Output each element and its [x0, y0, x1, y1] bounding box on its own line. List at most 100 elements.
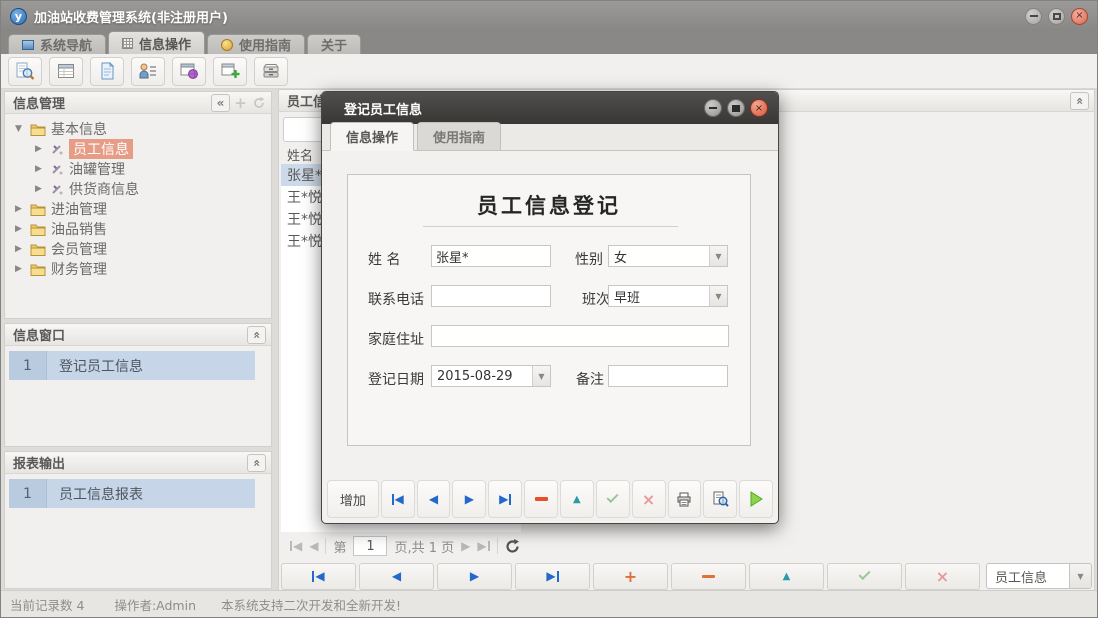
grid-column-header[interactable]: 姓名: [287, 145, 313, 164]
info-window-item[interactable]: 1 登记员工信息: [9, 351, 255, 380]
phone-label: 联系电话: [368, 289, 424, 309]
grid-refresh-button[interactable]: [505, 539, 520, 554]
record-delete-button[interactable]: [671, 563, 746, 590]
expand-arrow-icon[interactable]: ▶: [15, 224, 25, 234]
tab-user-guide[interactable]: 使用指南: [207, 34, 305, 54]
page-prev-button[interactable]: ◀: [309, 539, 318, 553]
collapse-panel-button[interactable]: «: [247, 454, 266, 472]
minimize-icon: [709, 107, 717, 109]
tree-item-supplier-info[interactable]: ▶ 供货商信息: [5, 179, 271, 199]
panel-title: 报表输出: [13, 453, 65, 472]
staff-report-button[interactable]: [131, 57, 165, 86]
page-number-input[interactable]: [353, 536, 387, 556]
shift-select[interactable]: 早班 ▼: [608, 285, 728, 307]
collapse-panel-button[interactable]: «: [1070, 92, 1089, 110]
tab-system-nav[interactable]: 系统导航: [8, 34, 106, 54]
page-next-button[interactable]: ▶: [461, 539, 470, 553]
chevron-down-icon[interactable]: ▼: [709, 286, 727, 306]
report-output-item[interactable]: 1 员工信息报表: [9, 479, 255, 508]
expand-arrow-icon[interactable]: ▶: [35, 164, 45, 174]
expand-arrow-icon[interactable]: ▶: [15, 244, 25, 254]
address-field[interactable]: [431, 325, 729, 347]
expand-arrow-icon[interactable]: ▶: [15, 204, 25, 214]
record-add-button[interactable]: +: [593, 563, 668, 590]
record-edit-button[interactable]: ▲: [749, 563, 824, 590]
cancel-x-icon: ×: [936, 567, 949, 586]
add-icon[interactable]: +: [233, 94, 248, 112]
print-button[interactable]: [668, 480, 702, 518]
last-page-icon: ▶: [477, 539, 486, 553]
panel-title: 信息管理: [13, 93, 65, 112]
date-select[interactable]: 2015-08-29 ▼: [431, 365, 551, 387]
record-next-button[interactable]: ▶: [437, 563, 512, 590]
tab-about[interactable]: 关于: [307, 34, 361, 54]
record-last-button[interactable]: ▶: [515, 563, 590, 590]
cancel-record-button[interactable]: ×: [632, 480, 666, 518]
post-record-button[interactable]: [596, 480, 630, 518]
chevron-down-icon[interactable]: ▼: [532, 366, 550, 386]
delete-record-button[interactable]: [524, 480, 558, 518]
folder-icon: [30, 203, 46, 216]
record-type-dropdown[interactable]: 员工信息 ▼: [986, 563, 1092, 589]
tree-item-oil-purchase[interactable]: ▶ 进油管理: [5, 199, 271, 219]
status-message: 本系统支持二次开发和全新开发!: [221, 595, 401, 614]
folder-icon: [30, 123, 46, 136]
expand-arrow-icon[interactable]: ▶: [35, 144, 45, 154]
minimize-button[interactable]: [1025, 8, 1042, 25]
cancel-x-icon: ×: [642, 490, 655, 509]
prev-record-button[interactable]: ◀: [417, 480, 451, 518]
tree-item-employee-info[interactable]: ▶ 员工信息: [5, 139, 271, 159]
print-preview-button[interactable]: [703, 480, 737, 518]
add-record-button[interactable]: 增加: [327, 480, 379, 518]
window-add-button[interactable]: [213, 57, 247, 86]
expand-arrow-icon[interactable]: ▶: [15, 264, 25, 274]
tree-item-oil-sales[interactable]: ▶ 油品销售: [5, 219, 271, 239]
page-first-button[interactable]: ◀: [290, 539, 302, 553]
maximize-button[interactable]: [1048, 8, 1065, 25]
preview-search-button[interactable]: [8, 57, 42, 86]
staff-report-icon: [138, 62, 158, 80]
refresh-icon[interactable]: [251, 97, 266, 109]
dropdown-arrow-button[interactable]: ▼: [1069, 564, 1091, 588]
last-record-icon: ▶: [499, 492, 508, 506]
tree-item-member-management[interactable]: ▶ 会员管理: [5, 239, 271, 259]
tree-item-basic-info[interactable]: ▼ 基本信息: [5, 119, 271, 139]
gender-select[interactable]: 女 ▼: [608, 245, 728, 267]
record-cancel-button[interactable]: ×: [905, 563, 980, 590]
record-post-button[interactable]: [827, 563, 902, 590]
last-record-button[interactable]: ▶: [488, 480, 522, 518]
note-label: 备注: [576, 369, 604, 389]
expand-arrow-icon[interactable]: ▶: [35, 184, 45, 194]
record-prev-button[interactable]: ◀: [359, 563, 434, 590]
dialog-minimize-button[interactable]: [704, 99, 722, 117]
data-table-button[interactable]: [49, 57, 83, 86]
dialog-titlebar[interactable]: 登记员工信息 ×: [322, 92, 778, 124]
dialog-tab-info-operation[interactable]: 信息操作: [330, 122, 414, 151]
chevron-down-icon[interactable]: ▼: [709, 246, 727, 266]
document-button[interactable]: [90, 57, 124, 86]
archive-drawer-button[interactable]: [254, 57, 288, 86]
title-underline: [423, 226, 678, 227]
window-globe-button[interactable]: [172, 57, 206, 86]
tab-info-operation[interactable]: 信息操作: [108, 31, 205, 54]
collapse-sidebar-button[interactable]: «: [211, 94, 230, 112]
first-record-button[interactable]: ◀: [381, 480, 415, 518]
dialog-close-button[interactable]: ×: [750, 99, 768, 117]
tree-item-tank-management[interactable]: ▶ 油罐管理: [5, 159, 271, 179]
page-last-button[interactable]: ▶: [477, 539, 489, 553]
dialog-tab-user-guide[interactable]: 使用指南: [417, 122, 501, 150]
name-field[interactable]: [431, 245, 551, 267]
tree-item-finance-management[interactable]: ▶ 财务管理: [5, 259, 271, 279]
close-button[interactable]: ×: [1071, 8, 1088, 25]
dialog-maximize-button[interactable]: [727, 99, 745, 117]
collapse-panel-button[interactable]: «: [247, 326, 266, 344]
record-first-button[interactable]: ◀: [281, 563, 356, 590]
select-value: 早班: [614, 287, 640, 306]
phone-field[interactable]: [431, 285, 551, 307]
expand-arrow-icon[interactable]: ▼: [15, 124, 25, 134]
run-button[interactable]: [739, 480, 773, 518]
note-field[interactable]: [608, 365, 728, 387]
edit-record-button[interactable]: ▲: [560, 480, 594, 518]
tools-icon: [50, 162, 64, 176]
next-record-button[interactable]: ▶: [452, 480, 486, 518]
